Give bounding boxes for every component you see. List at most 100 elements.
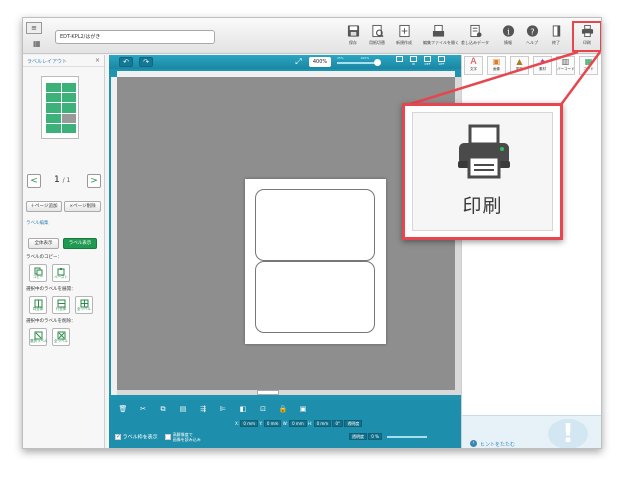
collapse-hint-icon[interactable]: › (470, 440, 477, 447)
next-page-button[interactable]: > (87, 174, 101, 188)
tab-text-label: 文字 (470, 67, 477, 71)
y-field[interactable]: 0 mm (263, 420, 282, 427)
save-button[interactable]: 保存 (342, 24, 364, 46)
thumb-cell[interactable] (61, 93, 76, 103)
thumb-cell[interactable] (46, 93, 61, 103)
collapse-hint-link[interactable]: ヒントをたたむ (480, 441, 515, 448)
thumb-cell[interactable] (61, 83, 76, 93)
view-mode-def-icon[interactable]: DEF (421, 56, 434, 68)
svg-text:?: ? (530, 26, 534, 36)
exit-button[interactable]: 終了 (545, 24, 567, 46)
w-field[interactable]: 0 mm (289, 420, 307, 427)
add-page-button[interactable]: ＋ページ追加 (26, 201, 62, 212)
cut-icon[interactable]: ✂ (137, 403, 149, 415)
expand-column-button[interactable]: 同全体 (29, 296, 47, 314)
zoom-range: 25% 400% (337, 56, 369, 60)
label-card[interactable] (255, 261, 375, 333)
print-callout: 印刷 (402, 103, 563, 240)
printer-icon (458, 124, 510, 179)
close-icon[interactable]: × (95, 57, 100, 64)
distribute-icon[interactable]: ⊫ (217, 403, 229, 415)
thumb-cell[interactable] (46, 83, 61, 93)
layout-thumbnail[interactable] (41, 76, 79, 139)
copy-object-icon[interactable]: ⧉ (157, 403, 169, 415)
view-mode-off-icon[interactable]: OFF (435, 56, 448, 68)
qr-code-icon: ▦ (584, 57, 593, 66)
opacity-field[interactable]: 0 % (368, 433, 382, 440)
material-icon: ✦ (539, 57, 546, 66)
tab-image[interactable]: ▣ 画像 (487, 56, 506, 75)
undo-icon[interactable]: ↶ (119, 57, 133, 67)
high-res-checkbox[interactable] (165, 434, 172, 440)
tab-shape-label: 図形 (516, 67, 523, 71)
paper-switch-button[interactable]: 用紙切替 (366, 24, 388, 46)
opacity-label: 透明度 (349, 433, 367, 440)
trash-icon[interactable]: 🗑 (117, 403, 129, 415)
label-card[interactable] (255, 189, 375, 261)
redo-icon[interactable]: ↷ (139, 57, 153, 67)
lock-icon[interactable]: 🔒 (277, 403, 289, 415)
h-label: H: (307, 421, 313, 426)
print-highlight-box (572, 21, 601, 52)
print-callout-inner: 印刷 (412, 112, 553, 231)
open-file-button[interactable]: 編集ファイルを開く (423, 24, 459, 46)
tab-barcode[interactable]: ▥ バーコード (556, 56, 575, 75)
page-navigator: < 1 / 1 > (27, 174, 101, 188)
delete-section-heading: 選択中のラベルを削除： (26, 319, 76, 324)
show-frame-checkbox[interactable] (115, 433, 121, 440)
thumb-cell[interactable] (46, 123, 61, 133)
zoom-select[interactable]: 400% (309, 57, 331, 67)
expand-row-button[interactable]: 行全体 (52, 296, 70, 314)
paste-object-icon[interactable]: ▤ (177, 403, 189, 415)
zoom-slider[interactable] (337, 59, 381, 66)
image-icon[interactable]: ▣ (297, 403, 309, 415)
show-label-button[interactable]: ラベル表示 (63, 238, 97, 249)
grid-menu-icon[interactable]: ▦ (33, 39, 47, 49)
paper-switch-label: 用紙切替 (369, 40, 385, 45)
prev-page-button[interactable]: < (27, 174, 41, 188)
thumb-cell-selected[interactable] (61, 113, 76, 123)
delete-selected-button[interactable]: 選択ラベル (29, 328, 48, 346)
thumb-cell[interactable] (46, 113, 61, 123)
group-icon[interactable]: ⊡ (257, 403, 269, 415)
new-button[interactable]: 新規作成 (393, 24, 415, 46)
angle-field[interactable]: 0° (332, 420, 344, 427)
tab-shape[interactable]: ▲ 図形 (510, 56, 529, 75)
tab-text[interactable]: A 文字 (464, 56, 483, 75)
expand-all-button[interactable]: 全ラベル (75, 296, 93, 314)
tab-material[interactable]: ✦ 素材 (533, 56, 552, 75)
copy-button[interactable]: コピー (29, 264, 47, 282)
expand-section-heading: 選択中のラベルを展開： (26, 287, 76, 292)
document-name-field[interactable]: EDT-KPL2/はがき (55, 30, 215, 44)
tab-code[interactable]: ▦ コード (579, 56, 598, 75)
show-all-button[interactable]: 全体表示 (28, 238, 59, 249)
merge-data-button[interactable]: 差し込みデータ (461, 24, 489, 46)
thumb-cell[interactable] (61, 103, 76, 113)
fit-icon[interactable]: ⤢ (292, 56, 305, 68)
view-mode-icon[interactable] (393, 56, 406, 68)
scrollbar-thumb[interactable] (257, 390, 279, 395)
layer-icon[interactable]: ◧ (237, 403, 249, 415)
transparency-toggle[interactable]: 透明度 (344, 420, 363, 427)
open-file-icon (432, 24, 444, 37)
expand-column-label: 同全体 (32, 307, 44, 311)
view-mode-w-icon[interactable]: W (407, 56, 420, 68)
delete-page-button[interactable]: ×ページ削除 (64, 201, 101, 212)
x-label: X: (235, 421, 240, 426)
horizontal-scrollbar[interactable] (117, 390, 455, 395)
delete-all-button[interactable]: 全ラベル (52, 328, 70, 346)
align-icon[interactable]: ⇶ (197, 403, 209, 415)
thumb-cell[interactable] (46, 103, 61, 113)
help-button[interactable]: ? ヘルプ (521, 24, 543, 46)
paste-button[interactable]: ペースト (52, 264, 70, 282)
thumb-cell[interactable] (61, 123, 76, 133)
opacity-slider[interactable] (387, 436, 428, 438)
menu-icon[interactable]: ≡ (26, 22, 42, 34)
postcard-paper[interactable] (245, 179, 386, 344)
save-icon (347, 25, 359, 37)
x-field[interactable]: 0 mm (240, 420, 258, 427)
h-field[interactable]: 0 mm (313, 420, 332, 427)
zoom-slider-knob[interactable] (374, 59, 381, 66)
info-button[interactable]: i 情報 (497, 24, 519, 46)
tab-image-label: 画像 (493, 67, 500, 71)
